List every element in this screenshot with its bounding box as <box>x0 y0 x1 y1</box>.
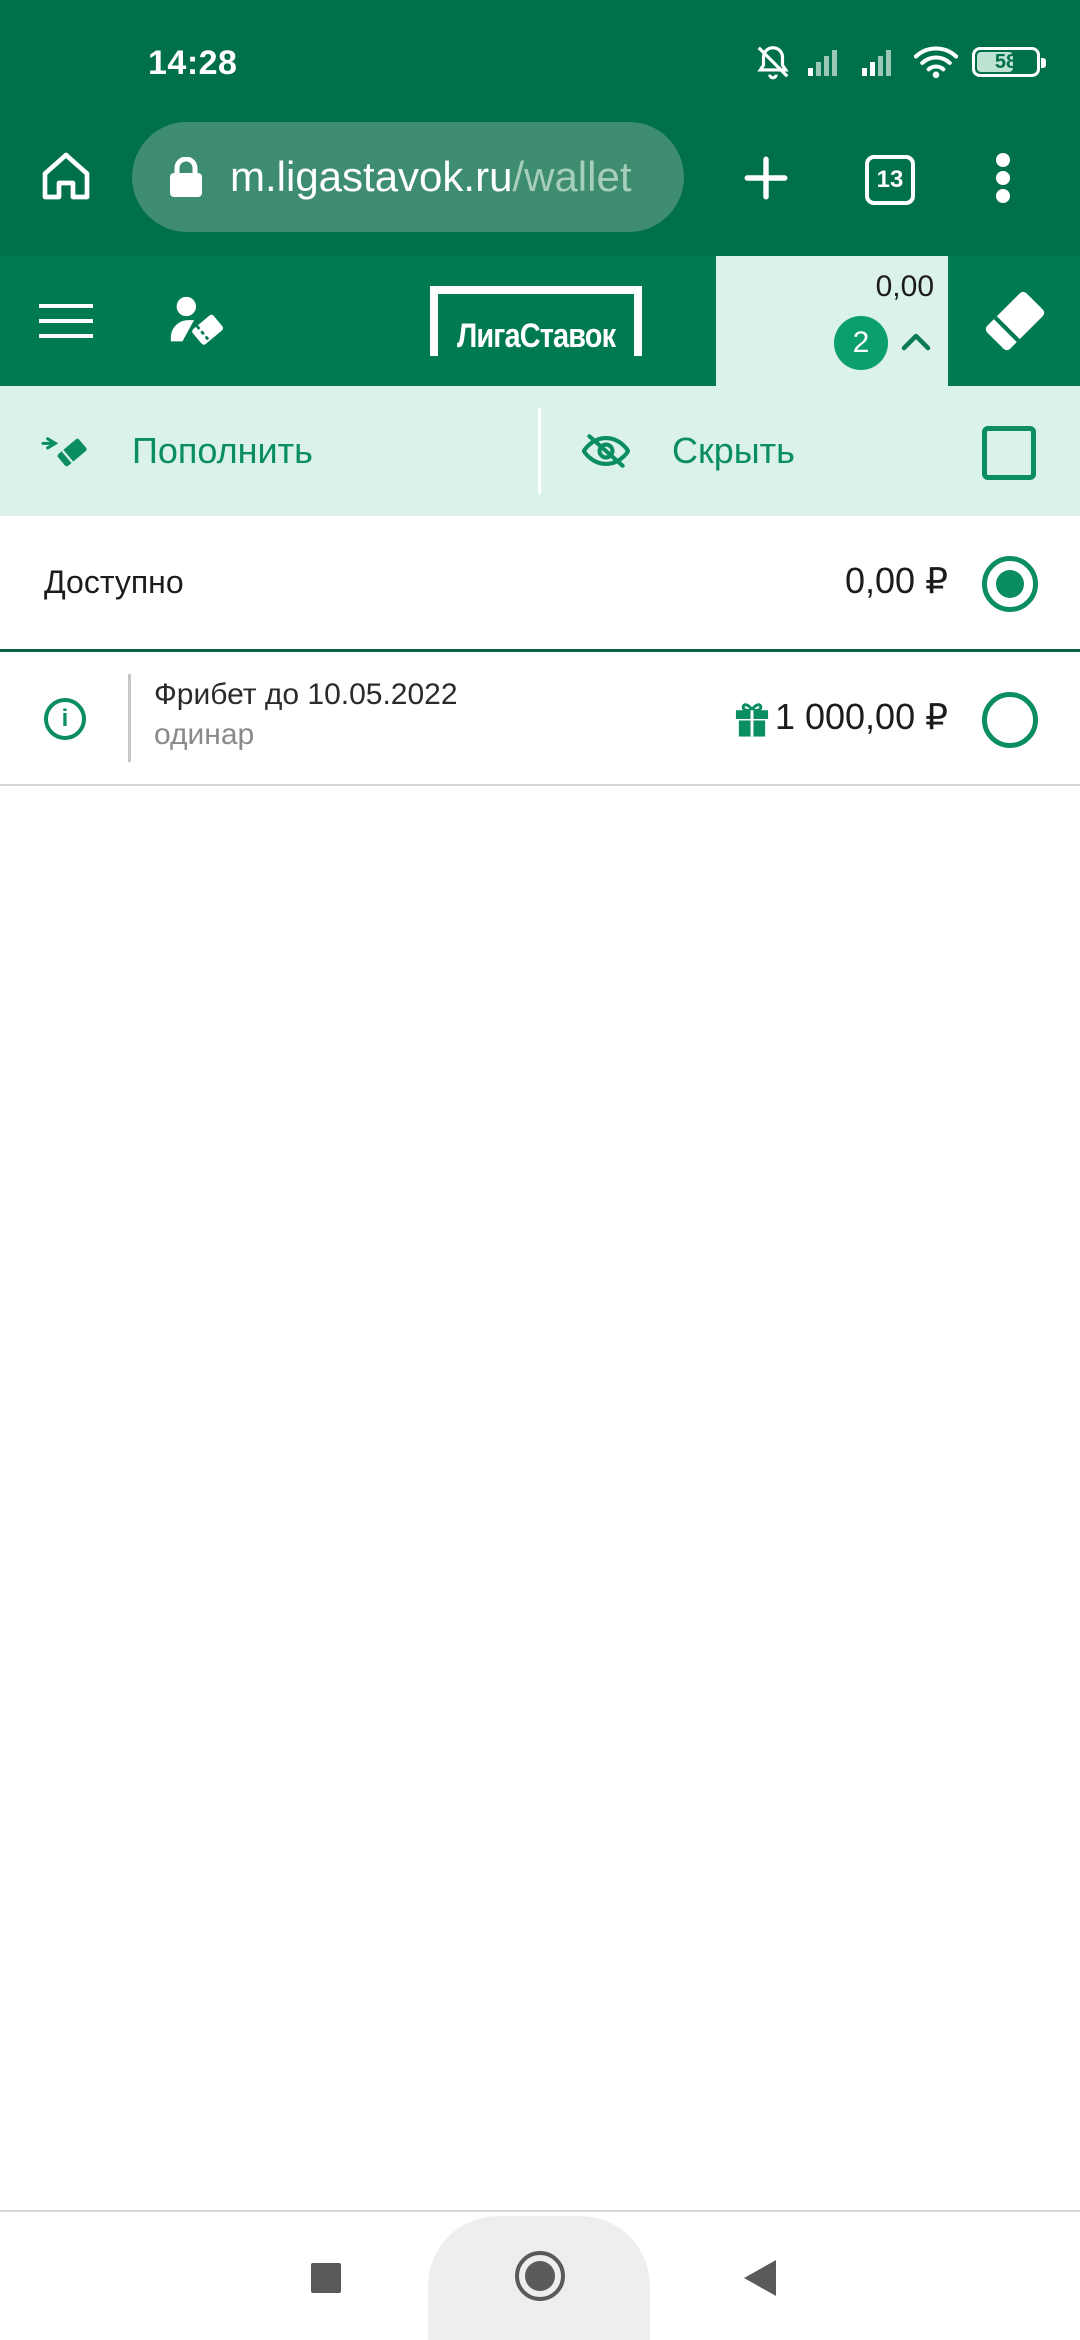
hide-checkbox[interactable] <box>982 426 1036 480</box>
logo-text: ЛигаСтавок <box>456 317 616 355</box>
available-amount: 0,00 ₽ <box>845 560 948 601</box>
menu-icon[interactable] <box>34 292 98 350</box>
wallet-row-available[interactable]: Доступно 0,00 ₽ <box>0 516 1080 652</box>
available-radio[interactable] <box>982 556 1038 612</box>
system-nav-bar <box>0 2210 1080 2340</box>
row-divider <box>128 674 131 762</box>
wallet-row-freebet[interactable]: i Фрибет до 10.05.2022 одинар 1 000,00 ₽ <box>0 652 1080 786</box>
action-divider <box>538 408 541 494</box>
home-nav-icon[interactable] <box>504 2240 576 2312</box>
eye-off-icon <box>582 434 630 468</box>
plus-icon[interactable] <box>730 142 802 214</box>
hide-button[interactable]: Скрыть <box>582 386 795 516</box>
freebet-amount: 1 000,00 ₽ <box>774 696 948 737</box>
freebet-radio[interactable] <box>982 692 1038 748</box>
tabs-icon[interactable]: 13 <box>860 150 920 210</box>
recents-icon[interactable] <box>290 2242 362 2314</box>
status-bar: 14:28 58 <box>0 0 1080 112</box>
bell-off-icon <box>754 43 792 81</box>
url-path: /wallet <box>512 153 632 200</box>
browser-toolbar: m.ligastavok.ru/wallet 13 <box>0 112 1080 256</box>
deposit-button[interactable]: Пополнить <box>40 386 313 516</box>
battery-icon: 58 <box>972 47 1046 77</box>
deposit-label: Пополнить <box>132 430 313 471</box>
header-balance: 0,00 <box>875 270 934 303</box>
info-icon[interactable]: i <box>44 698 86 740</box>
back-icon[interactable] <box>724 2242 796 2314</box>
wifi-icon <box>914 45 958 79</box>
status-icons: 58 <box>754 42 1046 82</box>
signal-icon <box>860 46 900 78</box>
available-label: Доступно <box>44 564 184 600</box>
tab-count: 13 <box>865 155 915 205</box>
gift-icon <box>735 703 769 737</box>
signal-icon <box>806 46 846 78</box>
profile-coupon-icon[interactable] <box>160 286 232 358</box>
wallet-count-badge: 2 <box>834 316 888 370</box>
chevron-up-icon <box>901 333 931 351</box>
battery-level: 58 <box>994 50 1018 73</box>
status-time: 14:28 <box>148 44 238 82</box>
coupon-icon[interactable] <box>950 256 1080 386</box>
balance-toggle[interactable]: 0,00 2 <box>716 256 948 386</box>
more-vert-icon[interactable] <box>978 142 1028 214</box>
hide-label: Скрыть <box>672 430 795 471</box>
url-host: m.ligastavok.ru <box>230 153 513 200</box>
liga-stavok-logo[interactable]: ЛигаСтавок <box>430 286 642 356</box>
freebet-title: Фрибет до 10.05.2022 <box>154 678 458 711</box>
home-icon[interactable] <box>30 140 102 212</box>
wallet-action-bar: Пополнить Скрыть <box>0 386 1080 516</box>
freebet-subtitle: одинар <box>154 718 255 751</box>
lock-icon <box>170 157 202 197</box>
url-bar[interactable]: m.ligastavok.ru/wallet <box>132 122 684 232</box>
deposit-icon <box>41 437 87 467</box>
site-header: ЛигаСтавок 0,00 2 <box>0 256 1080 386</box>
